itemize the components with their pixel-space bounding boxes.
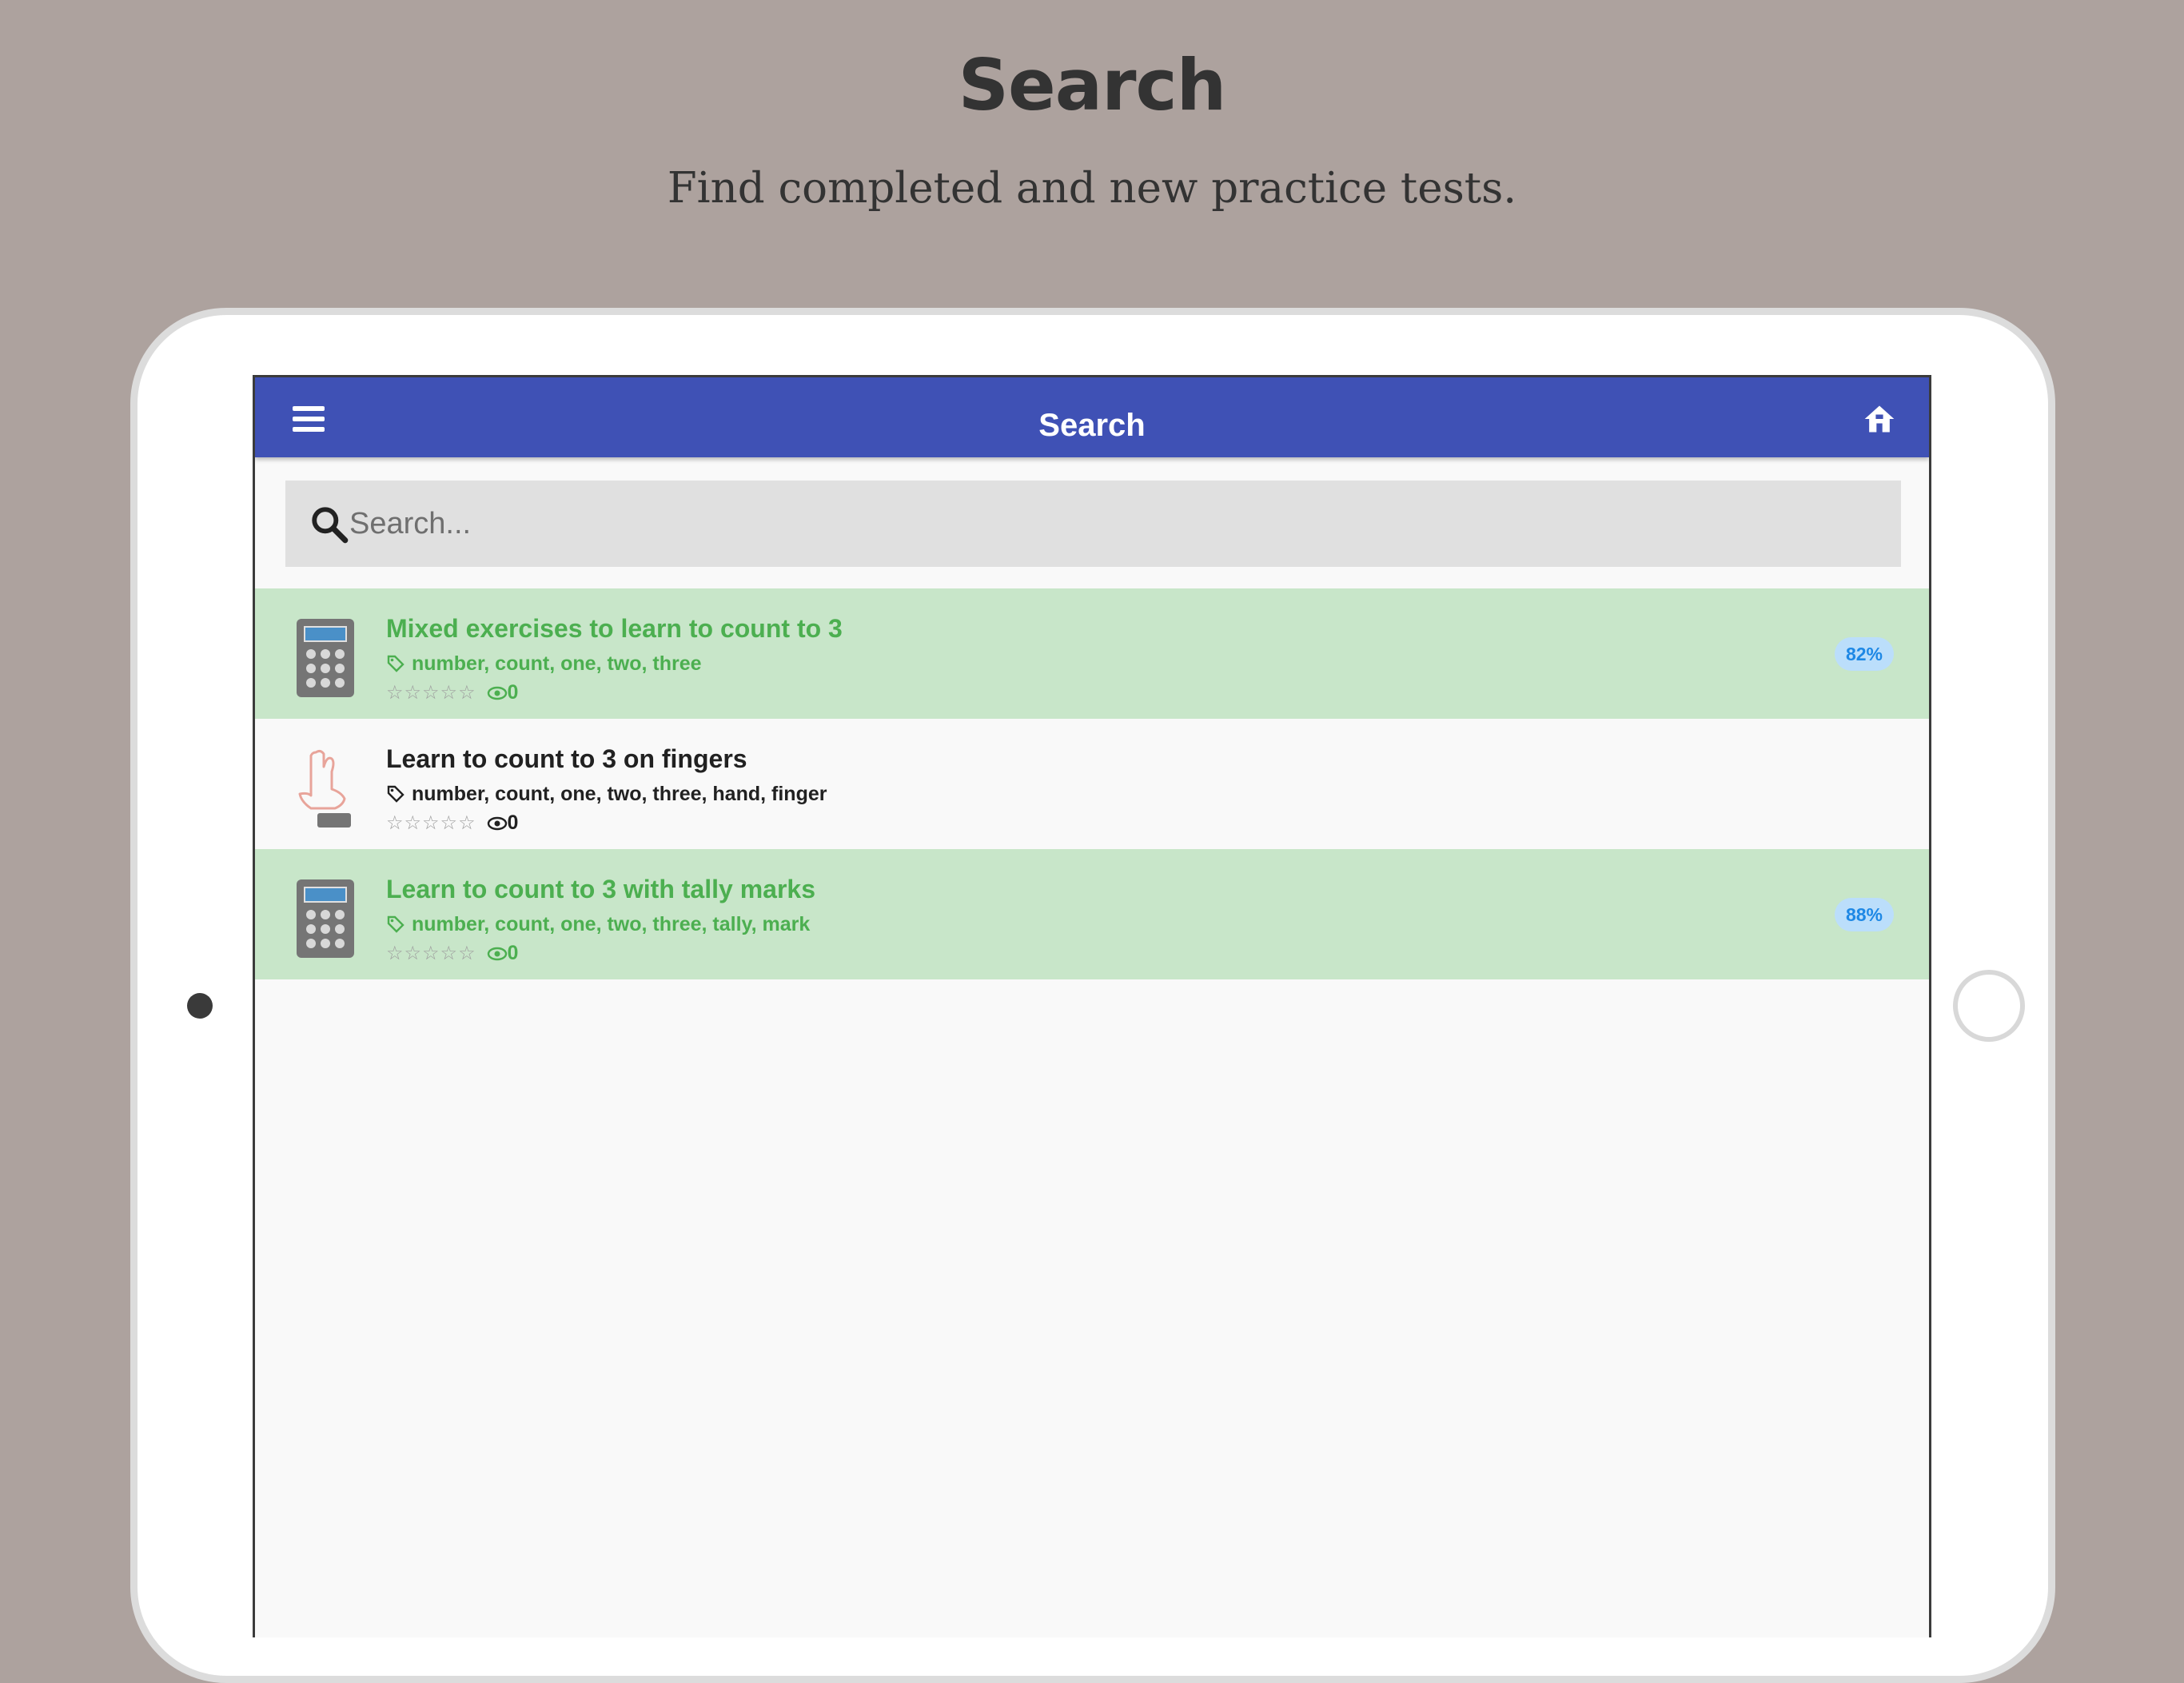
promo-subtitle: Find completed and new practice tests. (667, 164, 1517, 213)
item-title: Learn to count to 3 with tally marks (386, 875, 815, 903)
item-title: Learn to count to 3 on fingers (386, 744, 747, 773)
calculator-icon (297, 879, 354, 958)
item-tags-text: number, count, one, two, three, tally, m… (412, 913, 811, 935)
list-item[interactable]: Mixed exercises to learn to count to 3 n… (255, 588, 1929, 719)
view-count: 0 (507, 812, 519, 834)
item-meta: ☆☆☆☆☆ 0 (386, 942, 518, 965)
search-bar (285, 481, 1901, 567)
list-item[interactable]: Learn to count to 3 on fingers number, c… (255, 719, 1929, 849)
hand-fingers-icon (298, 749, 351, 828)
item-meta: ☆☆☆☆☆ 0 (386, 681, 518, 704)
device-home-button[interactable] (1953, 970, 2025, 1042)
item-meta: ☆☆☆☆☆ 0 (386, 812, 518, 835)
tag-icon (387, 655, 405, 672)
app-bar: Search (255, 377, 1929, 457)
item-tags: number, count, one, two, three, hand, fi… (386, 783, 827, 806)
search-icon (312, 507, 349, 544)
tag-icon (387, 785, 405, 803)
item-tags: number, count, one, two, three, tally, m… (386, 913, 810, 936)
app-bar-title: Search (1038, 408, 1146, 443)
results-list: Mixed exercises to learn to count to 3 n… (255, 588, 1929, 979)
promo-title: Search (958, 44, 1227, 126)
home-icon[interactable] (1862, 401, 1897, 437)
item-tags-text: number, count, one, two, three (412, 652, 702, 675)
view-count: 0 (507, 942, 519, 964)
app-screen: Search Mixed exercises to learn to cou (253, 375, 1931, 1637)
search-input[interactable] (349, 481, 1868, 567)
item-title: Mixed exercises to learn to count to 3 (386, 614, 843, 643)
item-tags: number, count, one, two, three (386, 652, 702, 676)
score-badge: 88% (1834, 898, 1894, 931)
score-badge: 82% (1834, 637, 1894, 671)
list-item[interactable]: Learn to count to 3 with tally marks num… (255, 849, 1929, 979)
rating-stars[interactable]: ☆☆☆☆☆ (386, 812, 476, 834)
view-count: 0 (507, 681, 519, 704)
eye-icon (487, 686, 507, 700)
tag-icon (387, 915, 405, 933)
eye-icon (487, 947, 507, 961)
calculator-icon (297, 619, 354, 697)
camera-dot (187, 993, 213, 1019)
item-tags-text: number, count, one, two, three, hand, fi… (412, 783, 827, 805)
eye-icon (487, 816, 507, 831)
rating-stars[interactable]: ☆☆☆☆☆ (386, 942, 476, 964)
rating-stars[interactable]: ☆☆☆☆☆ (386, 681, 476, 704)
